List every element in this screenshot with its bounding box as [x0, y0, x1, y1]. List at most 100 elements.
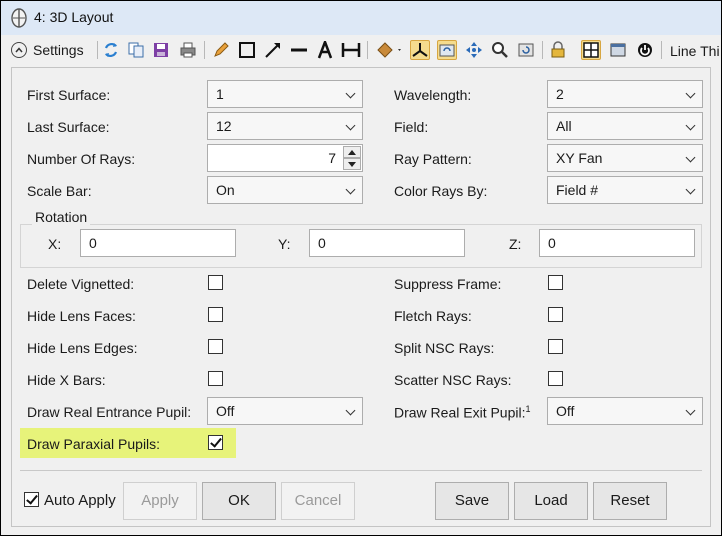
- draw-real-entrance-pupil-dropdown[interactable]: Off: [207, 397, 363, 425]
- toolbar-separator: [204, 41, 205, 59]
- arrow-icon[interactable]: [263, 40, 283, 60]
- stepper-up-icon[interactable]: [343, 146, 361, 158]
- settings-toggle-button[interactable]: Settings: [11, 40, 84, 60]
- lock-icon[interactable]: [548, 40, 568, 60]
- draw-real-entrance-pupil-value: Off: [216, 403, 235, 419]
- chevron-down-icon: [345, 184, 356, 195]
- chevron-down-icon: [345, 120, 356, 131]
- scatter-nsc-rays-label: Scatter NSC Rays:: [394, 372, 512, 388]
- split-nsc-rays-label: Split NSC Rays:: [394, 340, 495, 356]
- line-icon[interactable]: [289, 40, 309, 60]
- field-label: Field:: [394, 119, 429, 135]
- color-rays-by-label: Color Rays By:: [394, 183, 488, 199]
- field-dropdown[interactable]: All: [547, 112, 703, 140]
- refresh-icon[interactable]: [101, 40, 121, 60]
- toolbar-separator: [367, 41, 368, 59]
- split-nsc-rays-checkbox[interactable]: [548, 339, 563, 354]
- rotation-y-label: Y:: [278, 236, 291, 252]
- color-rays-by-dropdown[interactable]: Field #: [547, 176, 703, 204]
- draw-real-entrance-pupil-label: Draw Real Entrance Pupil:: [27, 404, 192, 420]
- delete-vignetted-checkbox[interactable]: [208, 275, 223, 290]
- wavelength-value: 2: [556, 86, 564, 102]
- number-of-rays-value: 7: [328, 150, 336, 166]
- print-icon[interactable]: [178, 40, 198, 60]
- load-button[interactable]: Load: [514, 482, 588, 520]
- field-value: All: [556, 118, 572, 134]
- text-icon[interactable]: [315, 40, 335, 60]
- scale-bar-value: On: [216, 182, 235, 198]
- last-surface-label: Last Surface:: [27, 119, 110, 135]
- rotation-z-input[interactable]: 0: [539, 229, 695, 257]
- rotation-group-title: Rotation: [32, 209, 91, 225]
- rotation-y-input[interactable]: 0: [309, 229, 465, 257]
- pencil-icon[interactable]: [211, 40, 231, 60]
- draw-real-exit-pupil-label: Draw Real Exit Pupil:1: [394, 404, 531, 421]
- draw-real-exit-pupil-text: Draw Real Exit Pupil:: [394, 404, 526, 421]
- apply-button[interactable]: Apply: [123, 482, 197, 520]
- scale-bar-label: Scale Bar:: [27, 183, 92, 199]
- number-of-rays-label: Number Of Rays:: [27, 151, 136, 167]
- auto-apply-checkbox[interactable]: [24, 492, 39, 507]
- rectangle-icon[interactable]: [237, 40, 257, 60]
- hide-lens-faces-checkbox[interactable]: [208, 307, 223, 322]
- grid-layout-icon[interactable]: [581, 40, 601, 60]
- power-icon[interactable]: [635, 40, 655, 60]
- draw-real-exit-pupil-dropdown[interactable]: Off: [547, 397, 703, 425]
- chevron-down-icon: [685, 184, 696, 195]
- suppress-frame-label: Suppress Frame:: [394, 276, 502, 292]
- footnote-marker: 1: [525, 404, 531, 414]
- stepper-buttons: [343, 146, 361, 170]
- hide-lens-edges-checkbox[interactable]: [208, 339, 223, 354]
- wavelength-dropdown[interactable]: 2: [547, 80, 703, 108]
- view-rotate-dropdown-icon[interactable]: [375, 40, 405, 60]
- cancel-button[interactable]: Cancel: [281, 482, 355, 520]
- pan-icon[interactable]: [464, 40, 484, 60]
- ok-button[interactable]: OK: [202, 482, 276, 520]
- hide-lens-faces-label: Hide Lens Faces:: [27, 308, 136, 324]
- rotate-view-icon[interactable]: [437, 40, 457, 60]
- settings-panel: First Surface: 1 Last Surface: 12 Number…: [11, 67, 711, 527]
- hide-x-bars-checkbox[interactable]: [208, 371, 223, 386]
- hide-lens-edges-label: Hide Lens Edges:: [27, 340, 138, 356]
- window-icon[interactable]: [608, 40, 628, 60]
- stepper-down-icon[interactable]: [343, 158, 361, 170]
- rotation-x-label: X:: [48, 236, 62, 252]
- draw-real-exit-pupil-value: Off: [556, 403, 575, 419]
- ray-pattern-label: Ray Pattern:: [394, 151, 472, 167]
- suppress-frame-checkbox[interactable]: [548, 275, 563, 290]
- number-of-rays-stepper[interactable]: 7: [207, 144, 363, 172]
- settings-label: Settings: [33, 42, 84, 58]
- fletch-rays-checkbox[interactable]: [548, 307, 563, 322]
- color-rays-by-value: Field #: [556, 182, 599, 198]
- first-surface-dropdown[interactable]: 1: [207, 80, 363, 108]
- chevron-down-icon: [345, 88, 356, 99]
- chevron-up-icon: [11, 42, 27, 58]
- scale-bar-dropdown[interactable]: On: [207, 176, 363, 204]
- rotation-z-label: Z:: [509, 236, 522, 252]
- auto-apply-label[interactable]: Auto Apply: [44, 492, 116, 509]
- footer-divider: [20, 470, 702, 471]
- reset-button[interactable]: Reset: [593, 482, 667, 520]
- rotation-x-input[interactable]: 0: [80, 229, 236, 257]
- line-thickness-label[interactable]: Line Thi: [670, 43, 721, 59]
- axes-icon[interactable]: [410, 40, 430, 60]
- scatter-nsc-rays-checkbox[interactable]: [548, 371, 563, 386]
- title-bar[interactable]: 4: 3D Layout: [1, 1, 721, 35]
- last-surface-dropdown[interactable]: 12: [207, 112, 363, 140]
- ray-pattern-dropdown[interactable]: XY Fan: [547, 144, 703, 172]
- chevron-down-icon: [685, 120, 696, 131]
- draw-paraxial-pupils-label: Draw Paraxial Pupils:: [27, 436, 161, 452]
- draw-paraxial-pupils-checkbox[interactable]: [208, 435, 223, 450]
- first-surface-label: First Surface:: [27, 87, 111, 103]
- save-icon[interactable]: [151, 40, 171, 60]
- copy-icon[interactable]: [126, 40, 146, 60]
- reset-view-icon[interactable]: [516, 40, 536, 60]
- rotation-y-value: 0: [318, 235, 326, 251]
- save-button[interactable]: Save: [435, 482, 509, 520]
- zoom-icon[interactable]: [490, 40, 510, 60]
- toolbar-separator: [97, 41, 98, 59]
- lens-app-icon: [11, 8, 27, 28]
- window-frame: 4: 3D Layout Settings Line Thi First Sur…: [0, 0, 722, 536]
- dimension-icon[interactable]: [341, 40, 361, 60]
- toolbar-separator: [542, 41, 543, 59]
